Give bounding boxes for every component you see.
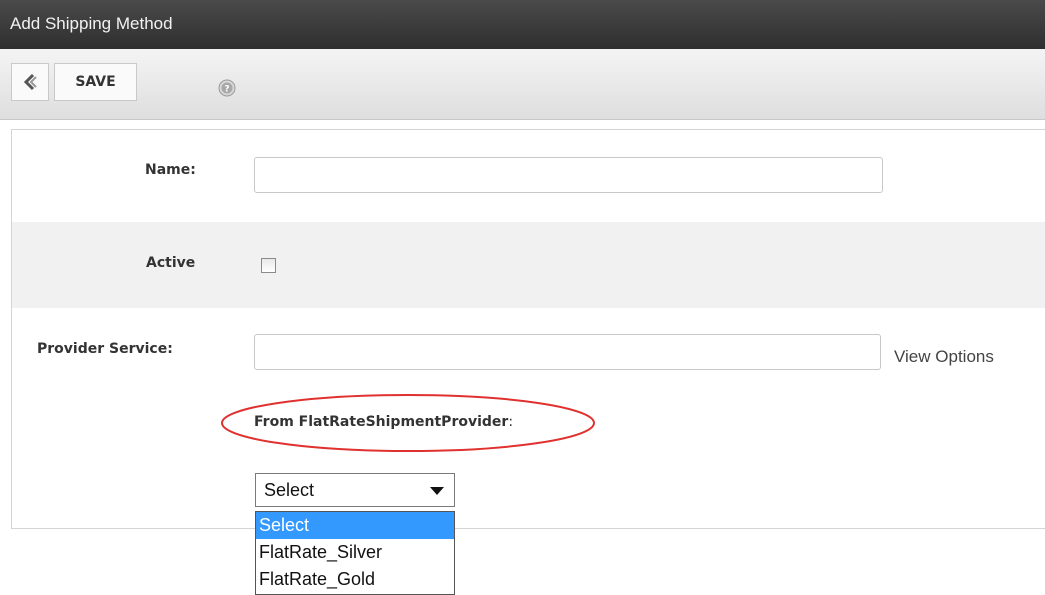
view-options-link[interactable]: View Options xyxy=(894,347,994,367)
toolbar: SAVE xyxy=(0,49,1045,120)
back-button[interactable] xyxy=(11,63,49,101)
chevron-left-icon xyxy=(23,73,37,91)
window-title: Add Shipping Method xyxy=(10,14,173,33)
active-checkbox[interactable] xyxy=(261,258,276,273)
option-select[interactable]: Select xyxy=(256,512,454,539)
select-value: Select xyxy=(264,480,315,500)
name-label: Name: xyxy=(145,162,196,178)
provider-source-text: From FlatRateShipmentProvider xyxy=(254,414,509,430)
help-icon[interactable]: ? xyxy=(218,79,236,97)
save-button[interactable]: SAVE xyxy=(54,63,137,101)
dropdown-arrow-icon xyxy=(430,487,444,495)
provider-service-label: Provider Service: xyxy=(37,341,173,357)
provider-source-colon: : xyxy=(508,414,514,430)
provider-source-label: From FlatRateShipmentProvider: xyxy=(254,414,513,430)
provider-option-select[interactable]: Select xyxy=(255,473,455,507)
active-label: Active xyxy=(146,255,196,271)
name-input[interactable] xyxy=(254,157,883,193)
svg-text:?: ? xyxy=(224,85,229,95)
option-flatrate-silver[interactable]: FlatRate_Silver xyxy=(256,539,454,566)
provider-service-input[interactable] xyxy=(254,334,881,370)
select-dropdown-list: Select FlatRate_Silver FlatRate_Gold xyxy=(255,511,455,595)
window-titlebar: Add Shipping Method xyxy=(0,0,1045,49)
option-flatrate-gold[interactable]: FlatRate_Gold xyxy=(256,566,454,593)
